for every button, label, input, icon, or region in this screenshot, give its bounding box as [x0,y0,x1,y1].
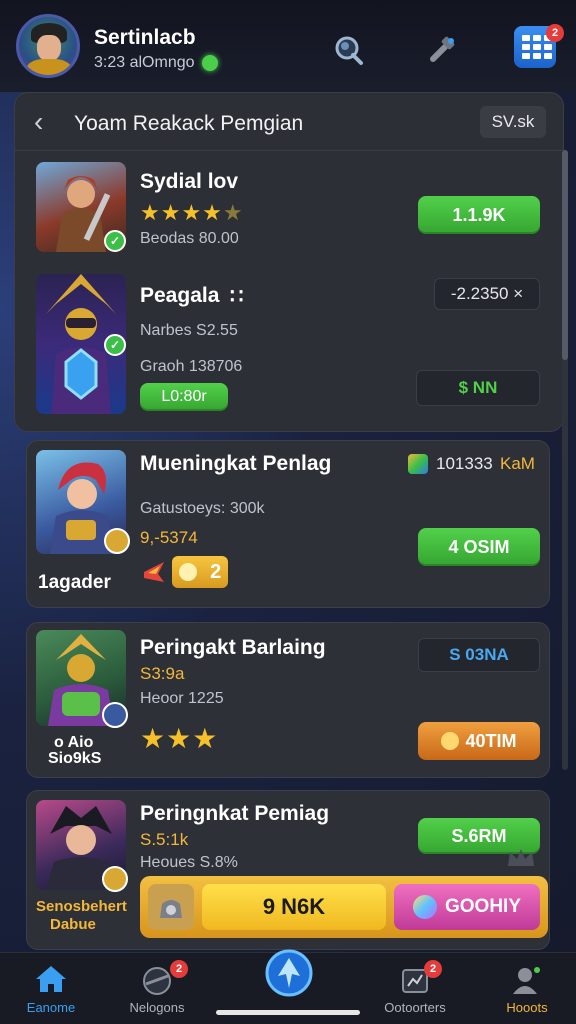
avatar[interactable] [16,14,80,78]
user-status: 3:23 alOmngo [94,54,195,71]
hero-stat: Heoor 1225 [140,690,224,707]
portrait-caption: Dabue [50,916,96,933]
nav-item-battle[interactable] [264,946,314,1000]
rank-badge-icon [102,702,128,728]
hero-name: Peringakt Barlaing [140,636,326,659]
nav-item-home[interactable]: Eanome [6,958,96,1018]
value-pill[interactable]: -2.2350 × [434,278,540,310]
level-badge[interactable]: 2 [172,556,228,588]
hammer-icon[interactable] [422,30,462,70]
top-bar [0,0,576,92]
coin-icon [178,563,197,581]
menu-badge: 2 [546,24,564,42]
nav-label: Eanome [26,1000,76,1015]
portrait-caption: Sio9kS [48,750,102,767]
nav-badge: 2 [424,960,442,978]
value-button[interactable]: 40TIM [418,722,540,760]
value-button[interactable]: 1.1.9K [418,196,540,234]
divider [14,150,564,151]
secondary-action-button[interactable]: GOOHIY [394,884,540,930]
counter-unit: KaM [500,454,535,473]
portrait-caption: Senosbehert [36,898,127,915]
hero-stat: Beodas 80.00 [140,230,239,247]
star-rating: ★★★ [140,723,219,754]
panel-title: Yoam Reakack Pemgian [74,112,304,135]
hero-name: Sydial lov [140,170,239,193]
search-icon[interactable] [328,30,368,70]
hero-tag[interactable]: L0:80r [140,383,228,411]
gem-icon [408,454,428,474]
scrollbar-thumb[interactable] [562,150,568,360]
hero-name: Peringnkat Pemiag [140,802,330,825]
hero-name: Mueningkat Penlag [140,452,332,475]
gem-icon [412,895,437,919]
bag-icon[interactable] [148,884,194,930]
hero-name: Peagala [140,284,220,307]
crown-icon [506,846,536,870]
hero-stat: Gatustoeys: 300k [140,500,265,517]
portrait-caption: 1agader [38,572,111,593]
value-pill[interactable]: $ NN [416,370,540,406]
nav-item-legions[interactable]: 2 Nelogons [112,958,202,1018]
primary-action-button[interactable]: 9 N6K [202,884,386,930]
counter: 101333 [436,454,493,473]
home-indicator [216,1010,360,1015]
coin-icon [441,732,460,750]
hero-stat: Heoues S.8% [140,854,238,871]
value-pill[interactable]: S 03NA [418,638,540,672]
rank-medal-icon [104,528,130,554]
nav-label: Hooots [506,1000,548,1015]
panel-value[interactable]: SV.sk [480,106,546,138]
verified-check-icon: ✓ [104,230,126,252]
hero-stat: Narbes S2.55 [140,322,238,339]
hero-gold: S3:9a [140,664,185,683]
nav-label: Nelogons [129,1000,185,1015]
flame-icon [140,558,168,586]
nav-item-outposts[interactable]: 2 Ootoorters [370,958,460,1018]
nav-label: Ootoorters [384,1000,446,1015]
nav-item-heroes[interactable]: Hooots [482,958,572,1018]
hero-name-suffix: ∷ [230,285,244,308]
username: Sertinlacb [94,26,196,49]
star-rating: ★★★★★ [140,200,244,225]
rank-medal-icon [102,866,128,892]
hero-gold: 9,-5374 [140,528,198,547]
value-button[interactable]: 4 OSIM [418,528,540,566]
online-status-icon [202,55,218,71]
hero-gold: S.5:1k [140,830,189,849]
hero-stat-secondary: Graoh 138706 [140,358,243,375]
back-arrow-icon[interactable]: ‹ [34,106,43,138]
nav-badge: 2 [170,960,188,978]
verified-check-icon: ✓ [104,334,126,356]
